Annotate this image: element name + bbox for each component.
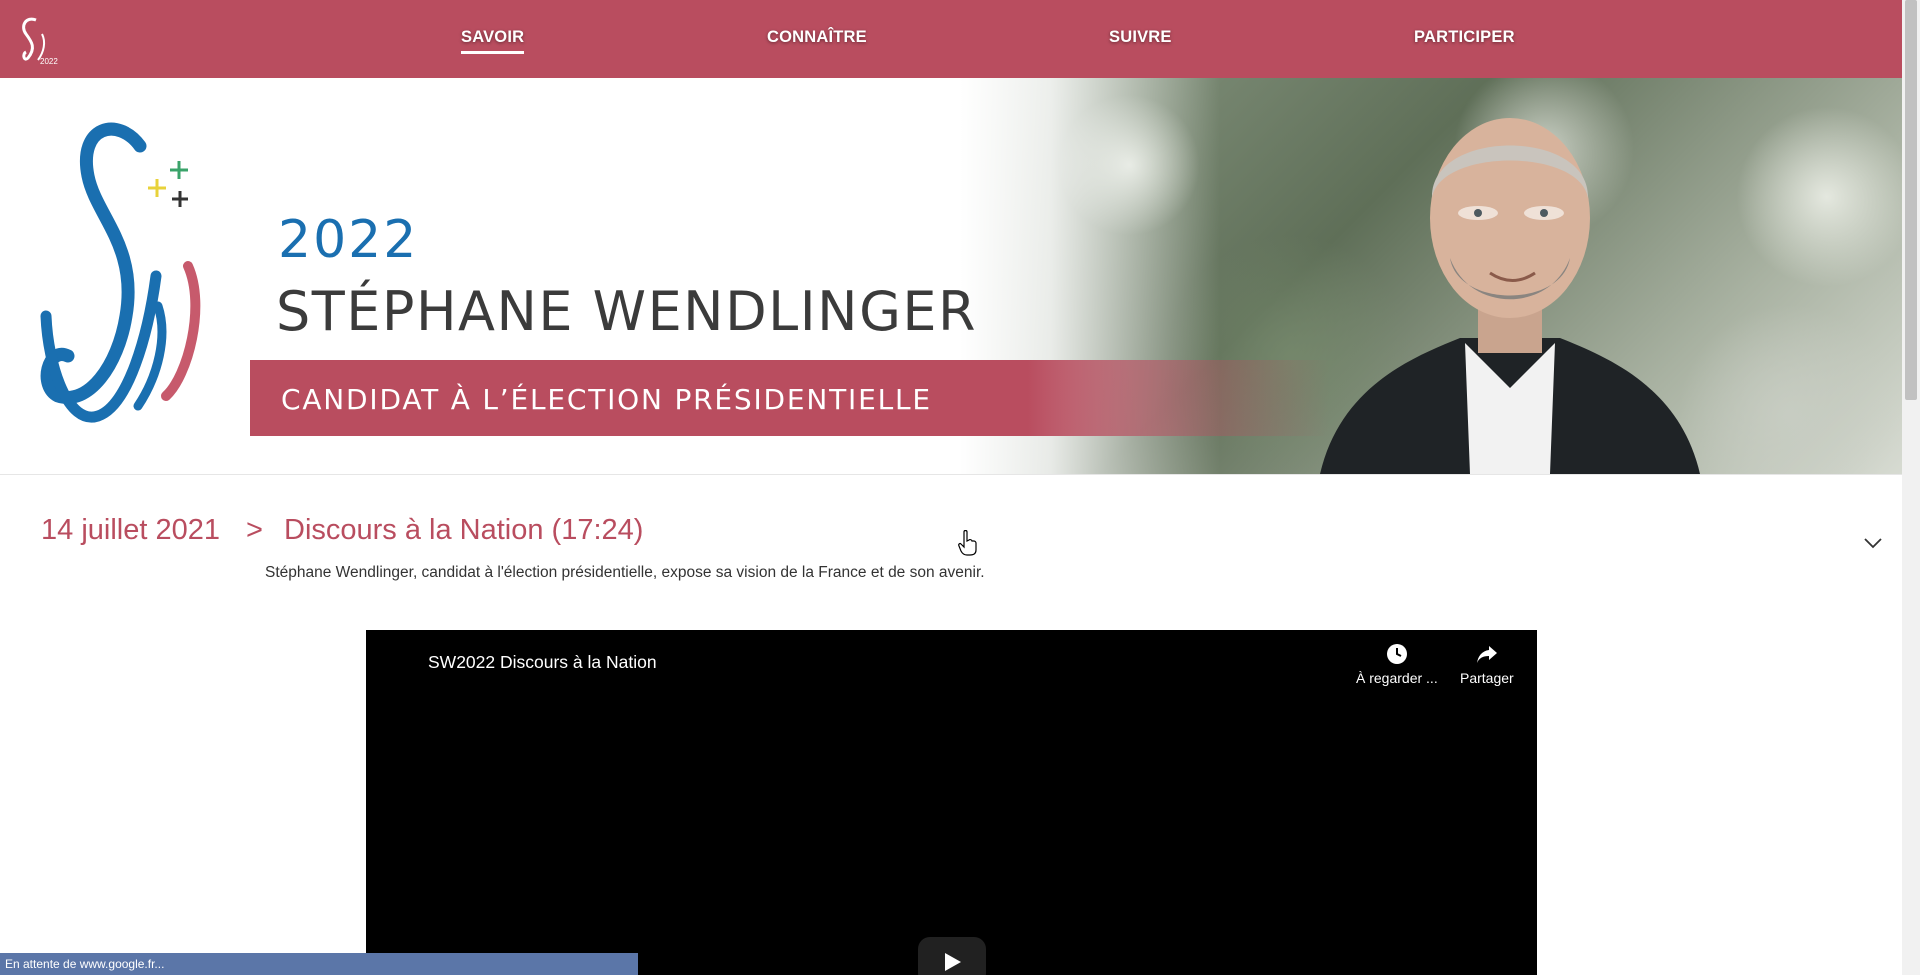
hero-subtitle: CANDIDAT À L’ÉLECTION PRÉSIDENTIELLE [281, 383, 932, 416]
status-bar: En attente de www.google.fr... [0, 953, 638, 975]
top-nav: 2022 SAVOIR CONNAÎTRE SUIVRE PARTICIPER [0, 0, 1902, 78]
breadcrumb-separator: > [246, 514, 263, 546]
nav-suivre[interactable]: SUIVRE [1109, 28, 1172, 47]
play-button[interactable] [918, 937, 986, 975]
svg-text:2022: 2022 [40, 57, 58, 66]
candidate-portrait [1320, 118, 1700, 474]
video-player[interactable]: SW2022 Discours à la Nation À regarder .… [366, 630, 1537, 975]
nav-connaitre[interactable]: CONNAÎTRE [767, 28, 867, 47]
scrollbar-thumb[interactable] [1905, 0, 1917, 400]
nav-savoir[interactable]: SAVOIR [461, 28, 525, 54]
hero-banner: 2022 STÉPHANE WENDLINGER CANDIDAT À L’ÉL… [0, 78, 1902, 474]
section-title[interactable]: Discours à la Nation (17:24) [284, 514, 643, 547]
share-arrow-icon [1476, 646, 1497, 663]
watch-later-button[interactable]: À regarder ... [1356, 642, 1438, 686]
nav-participer[interactable]: PARTICIPER [1414, 28, 1515, 47]
hero-name: STÉPHANE WENDLINGER [276, 280, 978, 343]
sw-logo-icon [40, 122, 201, 423]
watch-later-label: À regarder ... [1356, 670, 1438, 686]
logo-icon[interactable]: 2022 [12, 14, 62, 66]
scrollbar[interactable] [1902, 0, 1920, 975]
share-button[interactable]: Partager [1460, 642, 1514, 686]
hand-cursor-icon [958, 530, 977, 556]
section-date: 14 juillet 2021 [41, 514, 220, 546]
clock-icon [1386, 644, 1407, 664]
chevron-down-icon[interactable] [1862, 532, 1884, 554]
share-label: Partager [1460, 670, 1514, 686]
video-title[interactable]: SW2022 Discours à la Nation [428, 652, 657, 673]
section-description: Stéphane Wendlinger, candidat à l'électi… [265, 564, 985, 581]
hero-year: 2022 [278, 210, 419, 270]
